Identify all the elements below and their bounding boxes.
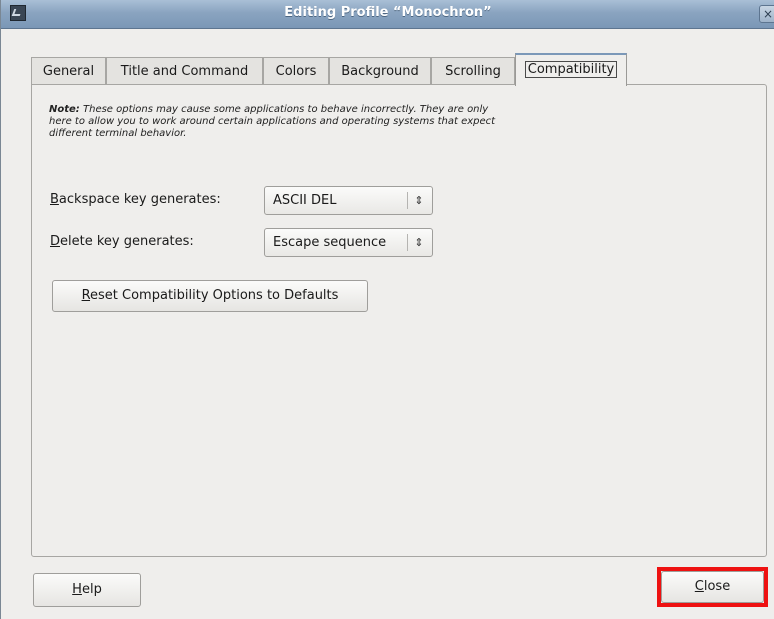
- delete-select[interactable]: Escape sequence ⇕: [264, 228, 433, 257]
- help-mnemonic: H: [72, 582, 82, 597]
- tab-compatibility-label: Compatibility: [524, 61, 618, 78]
- help-button-label: elp: [81, 582, 102, 597]
- compatibility-panel: Note: These options may cause some appli…: [31, 84, 767, 557]
- tab-scrolling[interactable]: Scrolling: [431, 57, 515, 85]
- backspace-select[interactable]: ASCII DEL ⇕: [264, 186, 433, 215]
- combo-separator: [407, 192, 408, 209]
- title-bar[interactable]: Editing Profile “Monochron” ×: [1, 0, 774, 29]
- reset-mnemonic: R: [81, 288, 91, 303]
- tab-general[interactable]: General: [31, 57, 106, 85]
- delete-mnemonic: D: [50, 234, 61, 249]
- tab-background[interactable]: Background: [329, 57, 431, 85]
- help-button[interactable]: Help: [33, 573, 141, 607]
- backspace-mnemonic: B: [50, 192, 59, 207]
- note-text: These options may cause some application…: [49, 104, 496, 139]
- close-button-highlight: [657, 567, 768, 607]
- delete-label: Delete key generates:: [50, 234, 194, 249]
- updown-arrows-icon: ⇕: [414, 236, 424, 249]
- note-label: Note:: [49, 104, 80, 115]
- backspace-label: Backspace key generates:: [50, 192, 221, 207]
- delete-select-value: Escape sequence: [273, 235, 387, 250]
- delete-label-text: elete key generates:: [60, 234, 194, 249]
- backspace-label-text: ackspace key generates:: [58, 192, 221, 207]
- backspace-select-value: ASCII DEL: [273, 193, 337, 208]
- compatibility-note: Note: These options may cause some appli…: [49, 104, 509, 140]
- reset-button-label: eset Compatibility Options to Defaults: [90, 288, 339, 303]
- tab-colors[interactable]: Colors: [263, 57, 329, 85]
- reset-compatibility-button[interactable]: Reset Compatibility Options to Defaults: [52, 280, 368, 312]
- updown-arrows-icon: ⇕: [414, 194, 424, 207]
- profile-dialog: Editing Profile “Monochron” × General Ti…: [0, 0, 774, 619]
- tab-title-and-command[interactable]: Title and Command: [106, 57, 263, 85]
- combo-separator: [407, 234, 408, 251]
- window-title: Editing Profile “Monochron”: [284, 5, 492, 20]
- tab-compatibility[interactable]: Compatibility: [515, 53, 627, 86]
- window-close-icon[interactable]: ×: [759, 5, 774, 23]
